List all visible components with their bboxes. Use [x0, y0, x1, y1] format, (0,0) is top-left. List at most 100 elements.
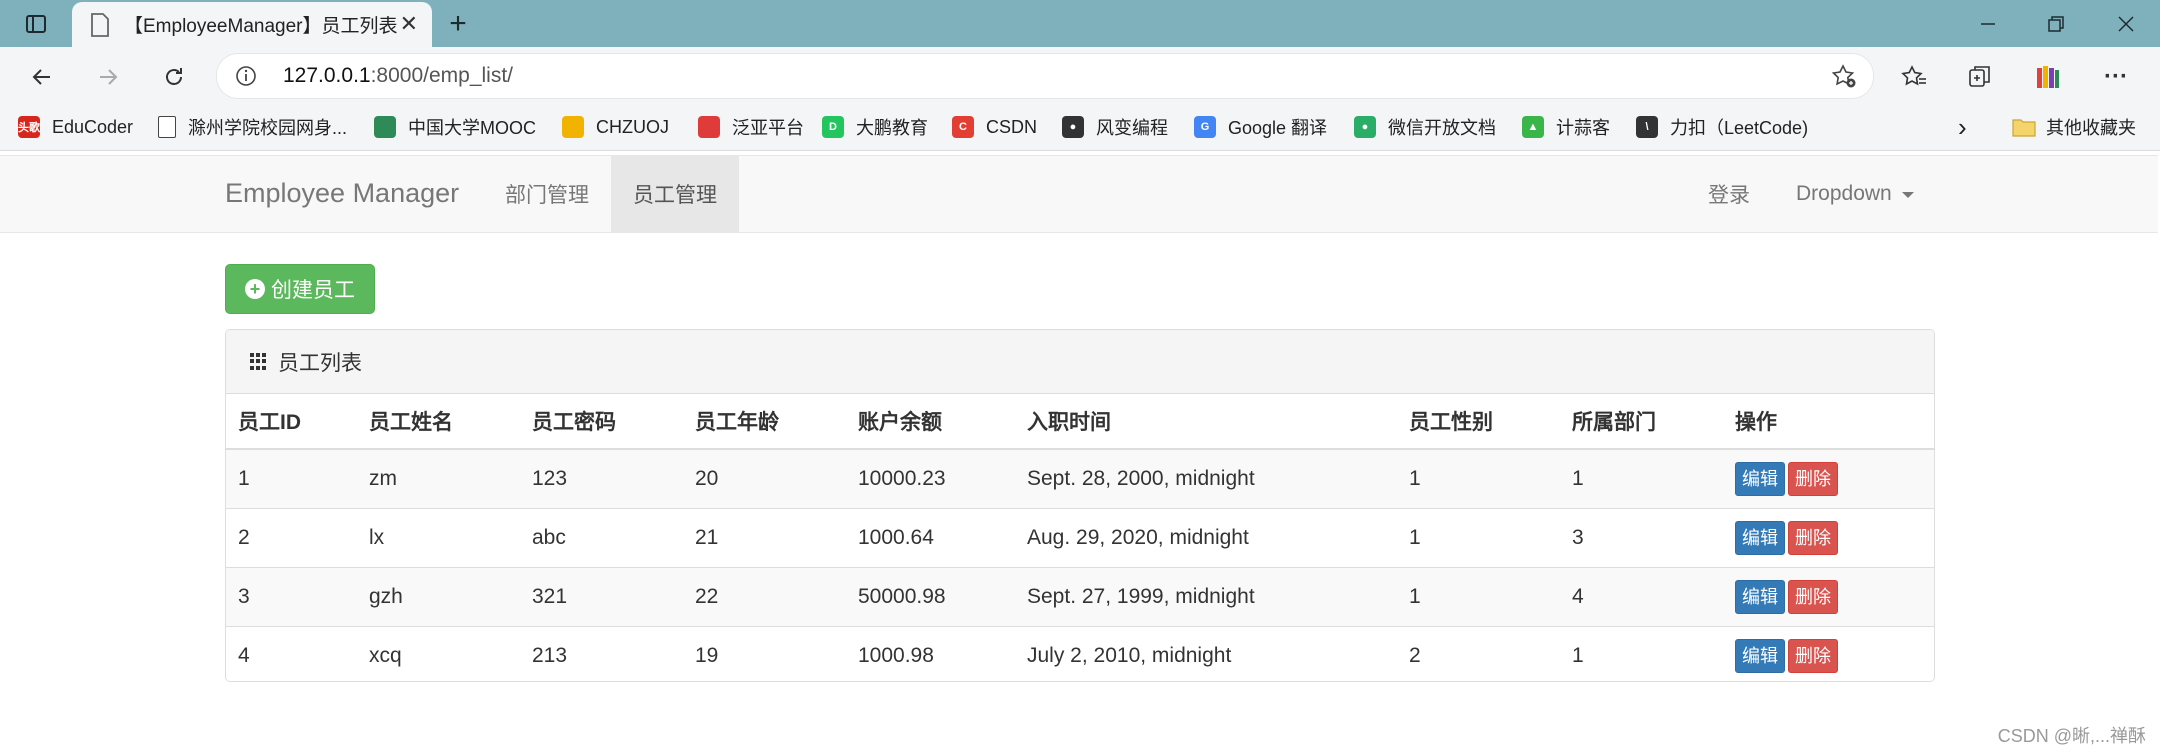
- leetcode-icon: \: [1636, 116, 1658, 138]
- caret-down-icon: [1901, 192, 1914, 198]
- dapeng-icon: D: [822, 116, 844, 138]
- tab-actions-icon[interactable]: [14, 0, 58, 47]
- table-cell: 2: [1397, 626, 1560, 681]
- nav-dept-management[interactable]: 部门管理: [483, 156, 611, 232]
- table-cell: 21: [683, 508, 846, 568]
- tab-close-icon[interactable]: ✕: [400, 12, 418, 36]
- browser-titlebar: 【EmployeeManager】员工列表 ✕ +: [0, 0, 2160, 47]
- folder-icon: [2012, 119, 2036, 137]
- bookmark-item[interactable]: ● 风变编程: [1062, 113, 1168, 141]
- site-info-icon[interactable]: [235, 65, 257, 87]
- table-cell: gzh: [357, 567, 520, 627]
- table-cell: 213: [520, 626, 683, 681]
- reload-icon[interactable]: [154, 57, 194, 97]
- window-close-button[interactable]: [2092, 0, 2160, 47]
- extension-avatar-icon[interactable]: [2028, 57, 2068, 97]
- address-bar[interactable]: 127.0.0.1:8000/emp_list/: [216, 53, 1874, 99]
- table-cell: Sept. 28, 2000, midnight: [1015, 448, 1397, 509]
- panel-heading: 员工列表: [226, 330, 1934, 394]
- bookmark-item[interactable]: D 大鹏教育: [822, 113, 928, 141]
- bookmark-item[interactable]: ● 微信开放文档: [1354, 113, 1496, 141]
- url-text: 127.0.0.1:8000/emp_list/: [283, 64, 514, 87]
- delete-button[interactable]: 删除: [1788, 580, 1838, 614]
- table-cell: 1: [1560, 626, 1723, 681]
- employee-table: 员工ID 员工姓名 员工密码 员工年龄 账户余额 入职时间 员工性别 所属部门 操作 1 zm 12…: [226, 394, 1934, 681]
- table-cell: xcq: [357, 626, 520, 681]
- create-employee-button[interactable]: + 创建员工: [225, 264, 375, 314]
- table-cell: 4: [1560, 567, 1723, 627]
- bookmark-item[interactable]: 滁州学院校园网身...: [158, 113, 347, 141]
- forward-icon[interactable]: [88, 57, 128, 97]
- table-cell: July 2, 2010, midnight: [1015, 626, 1397, 681]
- navbar-brand[interactable]: Employee Manager: [225, 178, 459, 209]
- th-grid-icon: [250, 352, 268, 371]
- column-header: 员工年龄: [683, 394, 846, 450]
- browser-toolbar: 127.0.0.1:8000/emp_list/ ···: [0, 47, 2160, 105]
- edit-button[interactable]: 编辑: [1735, 462, 1785, 496]
- table-cell: 20: [683, 448, 846, 509]
- bookmark-item[interactable]: ▲ 计蒜客: [1522, 113, 1610, 141]
- tab-title: 【EmployeeManager】员工列表: [124, 16, 398, 37]
- bookmark-item[interactable]: G Google 翻译: [1194, 113, 1327, 141]
- table-cell: 1: [1560, 448, 1723, 509]
- new-tab-button[interactable]: +: [436, 0, 480, 47]
- window-minimize-button[interactable]: [1958, 0, 2018, 47]
- google-translate-icon: G: [1194, 116, 1216, 138]
- edit-button[interactable]: 编辑: [1735, 580, 1785, 614]
- table-row: 3 gzh 321 22 50000.98 Sept. 27, 1999, midnigh…: [226, 567, 1934, 627]
- favorites-icon[interactable]: [1894, 57, 1934, 97]
- plus-circle-icon: +: [245, 279, 265, 299]
- nav-emp-management[interactable]: 员工管理: [611, 156, 739, 232]
- employee-list-panel: 员工列表 员工ID 员工姓名 员工密码 员工年龄 账户余额 入职时间 员工性别 所属部门 操作 …: [225, 329, 1935, 682]
- fanya-icon: [698, 116, 720, 138]
- educoder-icon: 头歌: [18, 116, 40, 138]
- delete-button[interactable]: 删除: [1788, 639, 1838, 673]
- table-cell: 50000.98: [846, 567, 1015, 627]
- nav-login[interactable]: 登录: [1686, 156, 1772, 232]
- column-header: 入职时间: [1015, 394, 1397, 450]
- add-favorite-icon[interactable]: [1831, 63, 1857, 89]
- table-header-row: 员工ID 员工姓名 员工密码 员工年龄 账户余额 入职时间 员工性别 所属部门 操作: [226, 394, 1934, 450]
- active-tab[interactable]: 【EmployeeManager】员工列表 ✕: [72, 2, 432, 47]
- bookmark-item[interactable]: 中国大学MOOC: [374, 113, 536, 141]
- column-header: 员工姓名: [357, 394, 520, 450]
- bookmark-item[interactable]: 泛亚平台: [698, 113, 804, 141]
- table-cell: 1: [1397, 567, 1560, 627]
- watermark: CSDN @晰,...禅酥: [1997, 726, 2146, 746]
- bookmarks-bar: 头歌 EduCoder 滁州学院校园网身... 中国大学MOOC CHZUOJ 泛亚平台 D…: [0, 105, 2160, 151]
- bookmark-item[interactable]: 头歌 EduCoder: [18, 113, 133, 141]
- document-icon: [158, 116, 176, 138]
- column-header: 账户余额: [846, 394, 1015, 450]
- column-header: 员工性别: [1397, 394, 1560, 450]
- column-header: 员工密码: [520, 394, 683, 450]
- nav-dropdown[interactable]: Dropdown: [1774, 156, 1936, 232]
- more-menu-icon[interactable]: ···: [2096, 57, 2136, 97]
- table-row: 2 lx abc 21 1000.64 Aug. 29, 2020, midnight 1 3…: [226, 508, 1934, 568]
- delete-button[interactable]: 删除: [1788, 462, 1838, 496]
- delete-button[interactable]: 删除: [1788, 521, 1838, 555]
- column-header: 所属部门: [1560, 394, 1723, 450]
- panda-icon: ●: [1062, 116, 1084, 138]
- column-header: 员工ID: [226, 394, 357, 450]
- window-restore-button[interactable]: [2026, 0, 2086, 47]
- bookmark-item[interactable]: C CSDN: [952, 113, 1037, 141]
- other-favorites-folder[interactable]: 其他收藏夹: [2012, 113, 2136, 141]
- bookmarks-overflow-icon[interactable]: ›: [1958, 112, 1967, 142]
- edit-button[interactable]: 编辑: [1735, 639, 1785, 673]
- table-cell: 123: [520, 448, 683, 509]
- table-cell: 321: [520, 567, 683, 627]
- table-cell: 1: [1397, 448, 1560, 509]
- bookmark-item[interactable]: \ 力扣（LeetCode): [1636, 113, 1808, 141]
- table-cell: 2: [226, 508, 357, 568]
- table-cell: 4: [226, 626, 357, 681]
- collections-icon[interactable]: [1960, 57, 2000, 97]
- table-cell: abc: [520, 508, 683, 568]
- panel-title: 员工列表: [278, 351, 362, 375]
- edit-button[interactable]: 编辑: [1735, 521, 1785, 555]
- bookmark-item[interactable]: CHZUOJ: [562, 113, 669, 141]
- back-icon[interactable]: [22, 57, 62, 97]
- actions-cell: 编辑 删除: [1723, 508, 1934, 568]
- table-cell: 22: [683, 567, 846, 627]
- csdn-icon: C: [952, 116, 974, 138]
- jisuanke-icon: ▲: [1522, 116, 1544, 138]
